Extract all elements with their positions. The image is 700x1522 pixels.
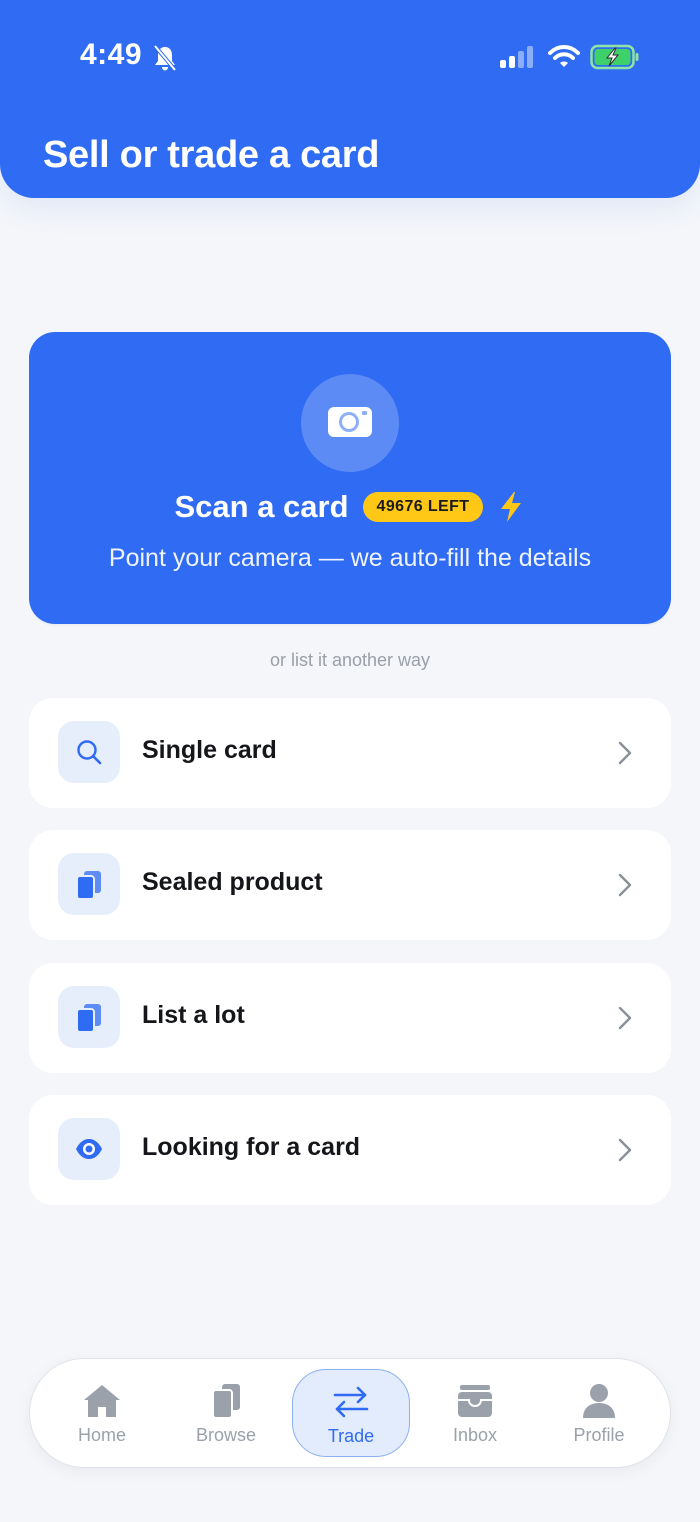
- signal-icon: [500, 46, 533, 68]
- wifi-icon: [548, 45, 580, 67]
- chevron-right-icon: [618, 1006, 632, 1030]
- scan-card-button[interactable]: Scan a card 49676 LEFT Point your camera…: [29, 332, 671, 624]
- nav-trade[interactable]: Trade: [292, 1369, 410, 1457]
- camera-icon-circle: [301, 374, 399, 472]
- option-label: List a lot: [142, 1001, 245, 1029]
- nav-profile[interactable]: Profile: [540, 1369, 658, 1457]
- nav-label: Inbox: [452, 1425, 498, 1445]
- option-label: Single card: [142, 736, 277, 764]
- nav-label: Trade: [327, 1426, 375, 1446]
- person-icon: [583, 1384, 615, 1418]
- inbox-icon: [458, 1385, 492, 1417]
- bolt-icon: [501, 492, 522, 522]
- option-sealed-product[interactable]: Sealed product: [29, 830, 671, 940]
- page-title: Sell or trade a card: [43, 134, 380, 176]
- scan-title: Scan a card: [174, 489, 349, 524]
- eye-icon: [76, 1139, 102, 1159]
- cards-icon: [76, 1004, 101, 1033]
- nav-label: Home: [77, 1425, 126, 1445]
- nav-label: Profile: [573, 1425, 625, 1445]
- camera-icon: [328, 407, 372, 437]
- chevron-right-icon: [618, 1138, 632, 1162]
- search-icon: [77, 740, 102, 765]
- status-time: 4:49: [80, 38, 143, 71]
- chevron-right-icon: [618, 873, 632, 897]
- scans-left-badge: 49676 LEFT: [362, 492, 484, 522]
- status-bar: 4:49: [0, 0, 700, 115]
- cards-icon: [212, 1384, 240, 1419]
- option-single-card[interactable]: Single card: [29, 698, 671, 808]
- option-label: Sealed product: [142, 868, 323, 896]
- option-label: Looking for a card: [142, 1133, 361, 1161]
- nav-label: Browse: [195, 1425, 257, 1445]
- divider-text: or list it another way: [269, 650, 431, 670]
- header: 4:49 Sell or trade a card: [0, 0, 700, 198]
- nav-browse[interactable]: Browse: [167, 1369, 285, 1457]
- chevron-right-icon: [618, 741, 632, 765]
- battery-charging-icon: [590, 44, 639, 70]
- nav-inbox[interactable]: Inbox: [416, 1369, 534, 1457]
- option-looking-for-card[interactable]: Looking for a card: [29, 1095, 671, 1205]
- cards-icon: [76, 871, 101, 900]
- nav-home[interactable]: Home: [43, 1369, 161, 1457]
- swap-arrows-icon: [333, 1386, 369, 1418]
- option-list-a-lot[interactable]: List a lot: [29, 963, 671, 1073]
- bottom-nav: Home Browse Trade Inbox Profile: [29, 1358, 671, 1468]
- scan-subtitle: Point your camera — we auto-fill the det…: [108, 544, 592, 572]
- bell-muted-icon: [153, 44, 177, 72]
- home-icon: [84, 1385, 120, 1417]
